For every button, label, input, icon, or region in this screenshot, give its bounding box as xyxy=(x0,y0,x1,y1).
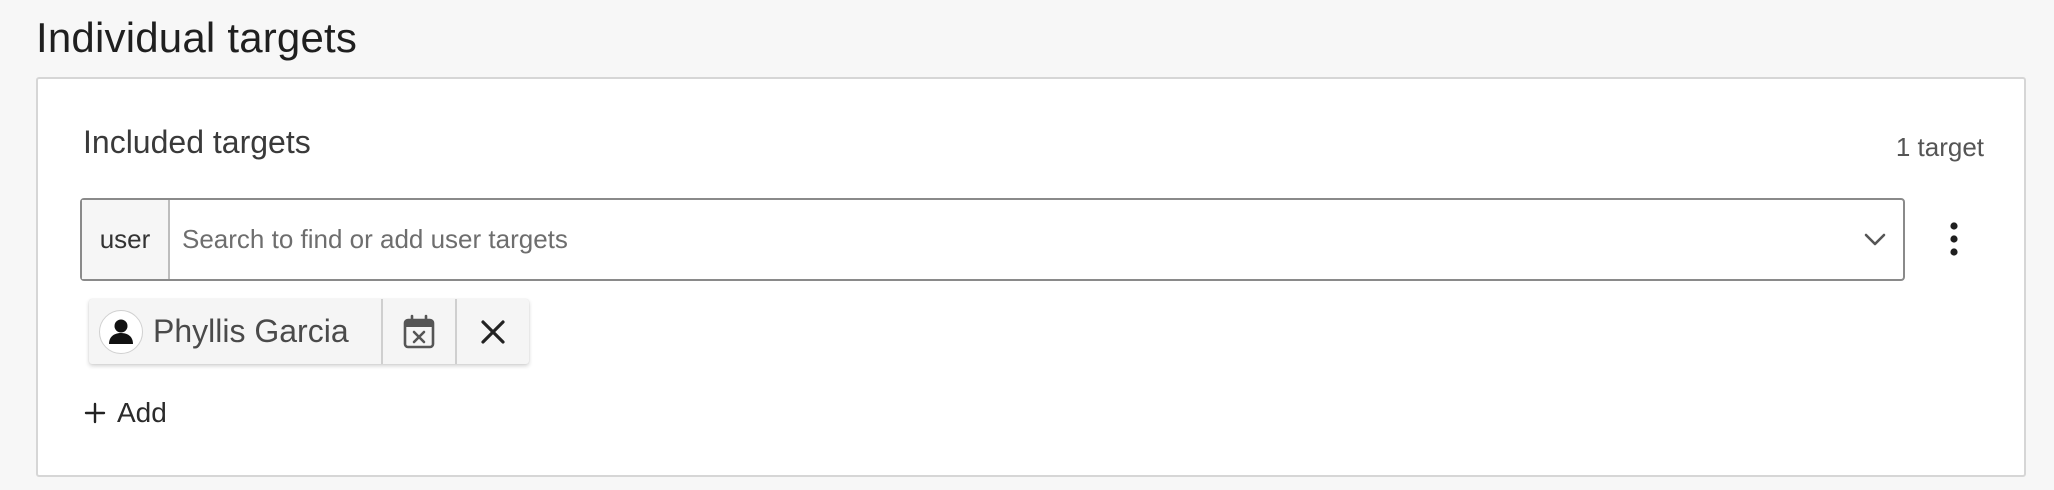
schedule-removal-button[interactable] xyxy=(383,299,457,364)
calendar-remove-icon xyxy=(403,314,434,348)
avatar xyxy=(99,309,143,354)
add-label: Add xyxy=(117,397,167,428)
kebab-menu-icon xyxy=(1950,222,1958,256)
more-options-button[interactable] xyxy=(1938,214,1970,264)
target-chip-main[interactable]: Phyllis Garcia xyxy=(89,299,383,364)
section-title: Individual targets xyxy=(36,14,358,61)
target-search-input[interactable] xyxy=(170,200,1847,279)
target-count: 1 target xyxy=(1895,132,1984,162)
target-kind-label: user xyxy=(82,200,170,279)
target-chip: Phyllis Garcia xyxy=(89,299,529,364)
included-targets-card: Included targets 1 target user Phyllis G… xyxy=(36,77,2026,477)
remove-target-button[interactable] xyxy=(457,299,529,364)
chevron-down-icon xyxy=(1864,233,1886,245)
add-target-button[interactable]: Add xyxy=(83,397,167,429)
dropdown-toggle[interactable] xyxy=(1847,200,1903,279)
card-title: Included targets xyxy=(83,124,311,160)
plus-icon xyxy=(83,401,107,425)
person-icon xyxy=(109,319,133,344)
close-icon xyxy=(481,319,505,344)
target-search-combobox[interactable]: user xyxy=(80,198,1905,281)
target-chip-name: Phyllis Garcia xyxy=(153,313,349,349)
